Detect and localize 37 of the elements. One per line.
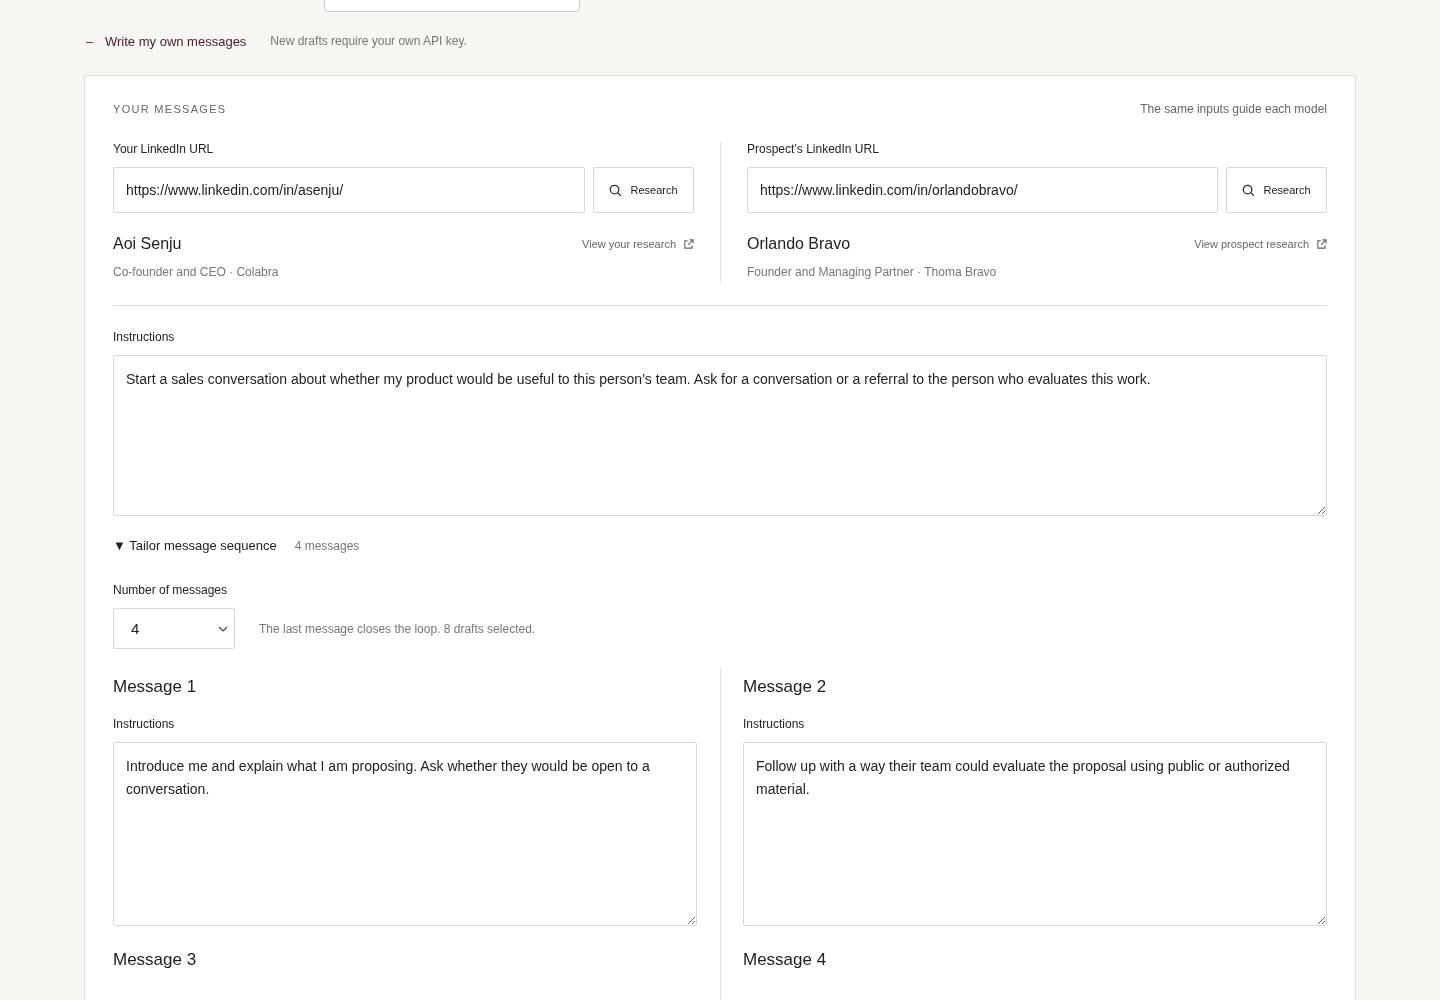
message-title: Message 2 (743, 677, 828, 697)
person-role: Founder and Managing Partner · Thoma Bravo (747, 265, 998, 279)
search-icon (609, 183, 623, 197)
search-icon (1242, 183, 1256, 197)
external-link-icon[interactable] (1316, 238, 1327, 250)
api-key-note: New drafts require your own API key. (270, 34, 467, 48)
field-label: Your LinkedIn URL (113, 142, 215, 156)
external-link-icon[interactable] (683, 238, 694, 250)
person-name: Aoi Senju (113, 235, 183, 253)
field-label: Instructions (113, 717, 176, 731)
research-button[interactable]: Research (1226, 167, 1327, 213)
number-select[interactable]: 4 (113, 608, 235, 649)
view-research-link[interactable]: View prospect research (1194, 238, 1309, 250)
message-instructions-field[interactable]: Introduce me and explain what I am proposing. Ask whether they would be open to a conversation. (113, 742, 697, 926)
message-title: Message 1 (113, 677, 198, 697)
url-field[interactable]: https://www.linkedin.com/in/asenju/ (113, 167, 585, 213)
message-title: Message 3 (113, 950, 198, 970)
message-title: Message 4 (743, 950, 828, 970)
collapse-toggle[interactable]: – (86, 33, 105, 49)
chevron-icon (218, 625, 228, 632)
person-name: Orlando Bravo (747, 235, 852, 253)
field-label: Instructions (113, 330, 176, 344)
section-heading: YOUR MESSAGES (113, 103, 227, 115)
section-subtitle: The same inputs guide each model (1140, 102, 1327, 116)
url-field[interactable]: https://www.linkedin.com/in/orlandobravo/ (747, 167, 1218, 213)
sequence-hint: The last message closes the loop. 8 drafts selected. (259, 621, 536, 636)
field-label: Instructions (743, 717, 806, 731)
field-label: Number of messages (113, 583, 229, 597)
message-count: 4 messages (294, 538, 360, 553)
research-button[interactable]: Research (593, 167, 694, 213)
view-research-link[interactable]: View your research (582, 238, 676, 250)
write-own-link[interactable]: Write my own messages (105, 33, 247, 49)
message-instructions-field[interactable]: Follow up with a way their team could evaluate the proposal using public or authorized material. (743, 742, 1327, 926)
field-label: Prospect’s LinkedIn URL (747, 142, 880, 156)
person-role: Co-founder and CEO · Colabra (113, 265, 280, 279)
instructions-field[interactable]: Start a sales conversation about whether my product would be useful to this person’s team. Ask for a conversation or a referral to the person who evaluates this work. (113, 355, 1327, 516)
sequence-toggle[interactable]: ▼ Tailor message sequence (113, 538, 277, 553)
